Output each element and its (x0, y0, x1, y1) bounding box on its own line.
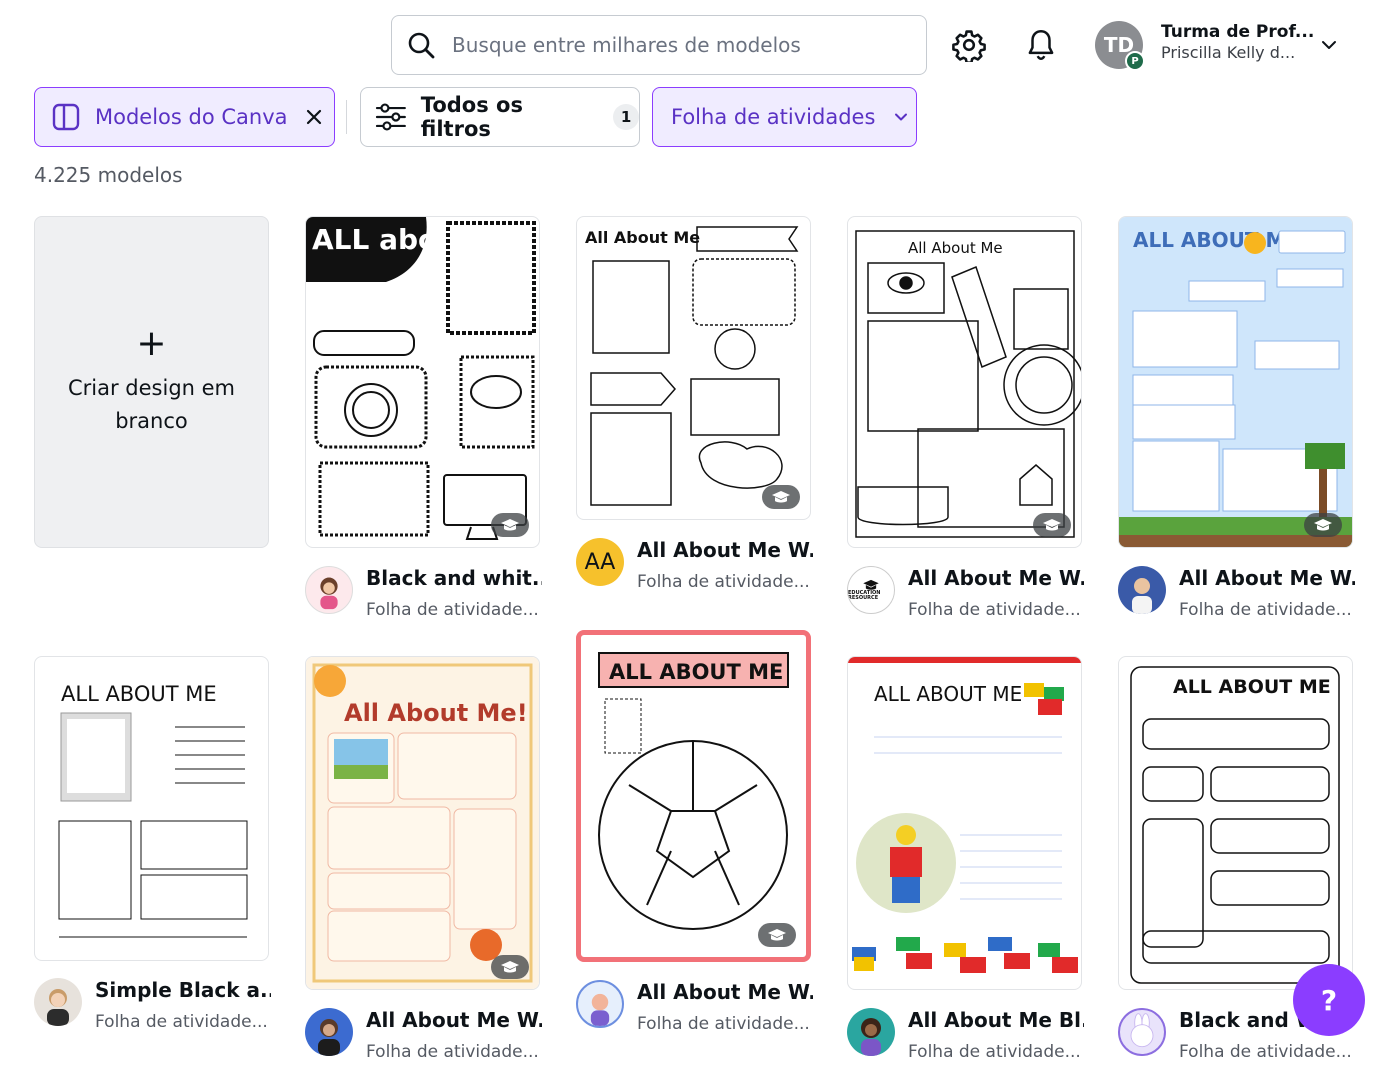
template-preview: ALL about ME! (306, 217, 539, 540)
results-count: 4.225 modelos (34, 163, 183, 187)
category-label: Folha de atividades (671, 105, 876, 129)
template-title: Simple Black a... (95, 978, 271, 1002)
author-avatar: EDUCATION RESOURCE (847, 566, 895, 614)
template-subtitle: Folha de atividade... (908, 1042, 1081, 1062)
account-switcher[interactable]: Turma de Prof... Priscilla Kelly d... (1161, 22, 1314, 63)
template-title: All About Me W... (637, 980, 813, 1004)
template-thumbnail[interactable]: All About Me (576, 216, 811, 520)
template-thumbnail[interactable]: ALL ABOUT ME (847, 656, 1082, 990)
account-name: Turma de Prof... (1161, 22, 1315, 42)
template-info[interactable]: EDUCATION RESOURCE All About Me W... Fol… (847, 566, 1087, 626)
template-subtitle: Folha de atividade... (366, 600, 539, 620)
template-info[interactable]: All About Me W... Folha de atividade... (305, 1008, 545, 1068)
template-preview: ALL ABOUT ME (598, 652, 789, 930)
template-subtitle: Folha de atividade... (1179, 600, 1352, 620)
template-preview: All About Me (585, 226, 799, 506)
thumb-heading: ALL ABOUT ME (61, 682, 217, 706)
help-button[interactable]: ? (1293, 964, 1365, 1036)
template-preview: ALL ABOUT ME (848, 657, 1081, 973)
account-subtitle: Priscilla Kelly d... (1161, 43, 1296, 63)
template-title: All About Me W... (637, 538, 813, 562)
education-cap-icon (1304, 513, 1342, 537)
author-label: EDUCATION RESOURCE (848, 590, 881, 601)
all-filters-button[interactable]: Todos os filtros 1 (360, 87, 640, 147)
settings-button[interactable] (947, 23, 991, 67)
thumb-heading: All About Me (585, 228, 700, 247)
search-bar[interactable] (391, 15, 927, 75)
chevron-down-icon[interactable] (1318, 34, 1340, 56)
template-preview: All About Me (855, 230, 1081, 538)
plan-badge: P (1125, 51, 1145, 71)
template-subtitle: Folha de atividade... (637, 1014, 810, 1034)
chip-label: Modelos do Canva (95, 105, 288, 129)
template-thumbnail[interactable]: ALL ABOUT ME (34, 656, 269, 961)
bell-icon (1028, 30, 1054, 60)
author-avatar: AA (576, 538, 624, 586)
template-title: All About Me W... (908, 566, 1084, 590)
close-icon[interactable] (304, 107, 324, 127)
template-preview: ALL ABOUT ME (58, 682, 248, 938)
gear-icon (952, 30, 986, 62)
thumb-heading: ALL ABOUT ME (874, 682, 1022, 706)
canva-models-chip[interactable]: Modelos do Canva (34, 87, 335, 147)
notifications-button[interactable] (1019, 23, 1063, 67)
search-input[interactable] (452, 33, 892, 57)
thumb-heading: ALL about ME! (312, 223, 539, 256)
account-avatar[interactable]: TD P (1095, 21, 1145, 71)
divider (346, 100, 347, 134)
plus-icon: + (136, 323, 167, 365)
template-title: All About Me Bl... (908, 1008, 1084, 1032)
author-avatar (1118, 566, 1166, 614)
template-subtitle: Folha de atividade... (637, 572, 810, 592)
thumb-heading: ALL ABOUT ME (1133, 228, 1299, 252)
template-subtitle: Folha de atividade... (908, 600, 1081, 620)
template-subtitle: Folha de atividade... (366, 1042, 539, 1062)
template-preview: All About Me! (306, 657, 539, 989)
template-preview: ALL ABOUT ME (1119, 217, 1352, 547)
template-info[interactable]: All About Me W... Folha de atividade... (1118, 566, 1358, 626)
template-thumbnail[interactable]: ALL ABOUT ME (1118, 216, 1353, 548)
thumb-heading: All About Me! (344, 699, 528, 727)
template-info[interactable]: All About Me W... Folha de atividade... (576, 980, 816, 1040)
author-avatar (1118, 1008, 1166, 1056)
filter-count-badge: 1 (613, 104, 639, 130)
filter-sliders-icon (375, 103, 406, 131)
template-info[interactable]: Simple Black a... Folha de atividade... (34, 978, 274, 1038)
thumb-heading: All About Me (908, 239, 1003, 257)
author-avatar (305, 1008, 353, 1056)
template-title: Black and whit... (366, 566, 542, 590)
author-avatar (305, 566, 353, 614)
template-thumbnail[interactable]: ALL ABOUT ME (1118, 656, 1353, 990)
search-icon (408, 32, 435, 59)
all-filters-label: Todos os filtros (420, 93, 523, 141)
template-subtitle: Folha de atividade... (1179, 1042, 1352, 1062)
education-cap-icon (1033, 513, 1071, 537)
template-info[interactable]: AA All About Me W... Folha de atividade.… (576, 538, 816, 598)
template-subtitle: Folha de atividade... (95, 1012, 268, 1032)
template-title: All About Me W... (366, 1008, 542, 1032)
layout-icon (52, 103, 80, 131)
template-thumbnail[interactable]: ALL about ME! (305, 216, 540, 548)
author-avatar (847, 1008, 895, 1056)
template-info[interactable]: All About Me Bl... Folha de atividade... (847, 1008, 1087, 1068)
create-blank-design-card[interactable]: + Criar design em branco (34, 216, 269, 548)
template-thumbnail-selected[interactable]: ALL ABOUT ME (576, 630, 811, 962)
thumb-heading: ALL ABOUT ME (1173, 676, 1331, 698)
chevron-down-icon (895, 113, 908, 121)
education-cap-icon (758, 923, 796, 947)
create-blank-label: Criar design em branco (67, 376, 236, 433)
template-thumbnail[interactable]: All About Me! (305, 656, 540, 990)
author-avatar (576, 980, 624, 1028)
template-info[interactable]: Black and whit... Folha de atividade... (305, 566, 545, 626)
template-thumbnail[interactable]: All About Me (847, 216, 1082, 548)
author-avatar (34, 978, 82, 1026)
education-cap-icon (491, 513, 529, 537)
template-preview: ALL ABOUT ME (1130, 666, 1340, 984)
education-cap-icon (491, 955, 529, 979)
category-dropdown[interactable]: Folha de atividades (652, 87, 917, 147)
thumb-heading: ALL ABOUT ME (609, 660, 783, 684)
education-cap-icon (762, 485, 800, 509)
template-title: All About Me W... (1179, 566, 1355, 590)
